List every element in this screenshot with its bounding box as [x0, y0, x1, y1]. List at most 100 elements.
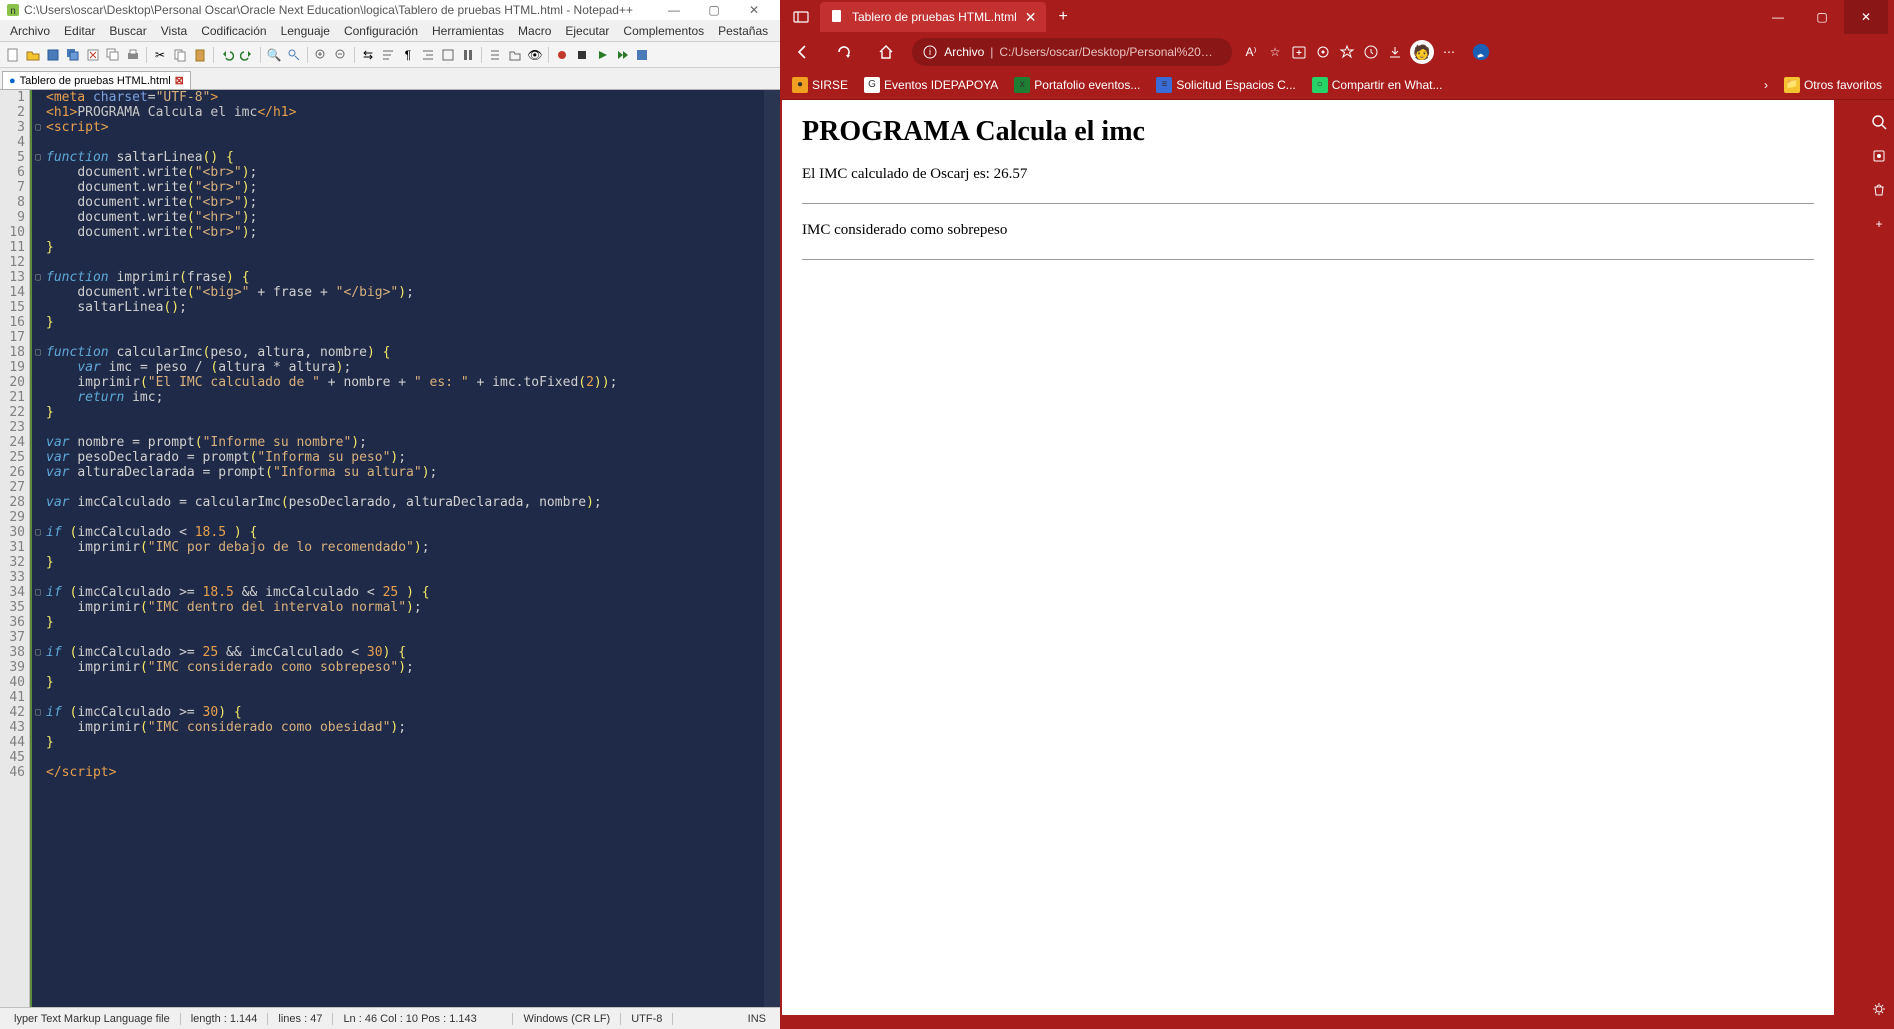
code-area[interactable]: <meta charset="UTF-8"><h1>PROGRAMA Calcu… — [44, 90, 764, 1007]
other-favorites[interactable]: 📁Otros favoritos — [1778, 75, 1888, 95]
shopping-icon[interactable] — [1869, 180, 1889, 200]
menu-vista[interactable]: Vista — [155, 22, 193, 40]
svg-text:n: n — [10, 6, 16, 17]
save-all-icon[interactable] — [64, 46, 82, 64]
file-tab-label: Tablero de pruebas HTML.html — [20, 75, 171, 87]
menu-configuración[interactable]: Configuración — [338, 22, 424, 40]
menu-pestañas[interactable]: Pestañas — [712, 22, 774, 40]
stop-icon[interactable] — [573, 46, 591, 64]
undo-icon[interactable] — [218, 46, 236, 64]
bookmark-item[interactable]: ●SIRSE — [786, 75, 854, 95]
tab-close-icon[interactable]: ✕ — [1025, 9, 1037, 26]
record-icon[interactable] — [553, 46, 571, 64]
settings-icon[interactable] — [1869, 999, 1889, 1019]
replace-icon[interactable] — [285, 46, 303, 64]
code-editor[interactable]: 1234567891011121314151617181920212223242… — [0, 90, 780, 1007]
show-chars-icon[interactable]: ¶ — [399, 46, 417, 64]
print-icon[interactable] — [124, 46, 142, 64]
history-icon[interactable] — [1362, 43, 1380, 61]
close-button[interactable]: ✕ — [1844, 0, 1888, 34]
address-bar[interactable]: i Archivo | C:/Users/oscar/Desktop/Perso… — [912, 38, 1232, 66]
save-macro-icon[interactable] — [633, 46, 651, 64]
new-file-icon[interactable] — [4, 46, 22, 64]
refresh-button[interactable] — [828, 36, 860, 68]
info-icon[interactable]: i — [922, 43, 938, 61]
maximize-button[interactable]: ▢ — [1800, 0, 1844, 34]
home-button[interactable] — [870, 36, 902, 68]
search-icon[interactable] — [1869, 112, 1889, 132]
monitor-icon[interactable]: 👁 — [526, 46, 544, 64]
play-icon[interactable] — [593, 46, 611, 64]
minimize-button[interactable]: — — [654, 3, 694, 17]
save-icon[interactable] — [44, 46, 62, 64]
tab-actions-button[interactable] — [786, 3, 816, 31]
cut-icon[interactable]: ✂ — [151, 46, 169, 64]
status-lines: lines : 47 — [268, 1013, 333, 1025]
wrap-icon[interactable] — [379, 46, 397, 64]
star-icon[interactable]: ☆ — [1266, 43, 1284, 61]
bookmark-item[interactable]: ○Compartir en What... — [1306, 75, 1449, 95]
vertical-scrollbar[interactable] — [764, 90, 780, 1007]
open-file-icon[interactable] — [24, 46, 42, 64]
sync-icon[interactable]: ⇆ — [359, 46, 377, 64]
zoom-out-icon[interactable] — [332, 46, 350, 64]
func-list-icon[interactable] — [486, 46, 504, 64]
close-icon[interactable] — [84, 46, 102, 64]
edge-window: Tablero de pruebas HTML.html ✕ + — ▢ ✕ i… — [780, 0, 1894, 1029]
extensions-icon[interactable] — [1314, 43, 1332, 61]
collections-icon[interactable] — [1290, 43, 1308, 61]
npp-titlebar[interactable]: n C:\Users\oscar\Desktop\Personal Oscar\… — [0, 0, 780, 20]
downloads-icon[interactable] — [1386, 43, 1404, 61]
edge-tabstrip: Tablero de pruebas HTML.html ✕ + — ▢ ✕ — [780, 0, 1894, 34]
menu-ejecutar[interactable]: Ejecutar — [559, 22, 615, 40]
bookmark-icon: G — [864, 77, 880, 93]
bookmark-item[interactable]: G Eventos IDEPAPOYA — [858, 75, 1004, 95]
menu-lenguaje[interactable]: Lenguaje — [275, 22, 336, 40]
menu-complementos[interactable]: Complementos — [617, 22, 710, 40]
read-aloud-icon[interactable]: A⁾ — [1242, 43, 1260, 61]
indent-icon[interactable] — [419, 46, 437, 64]
status-pos: Ln : 46 Col : 10 Pos : 1.143 — [333, 1013, 513, 1025]
line-gutter: 1234567891011121314151617181920212223242… — [0, 90, 30, 1007]
other-fav-label: Otros favoritos — [1804, 78, 1882, 92]
fold-column[interactable]: ▢▢▢▢▢▢▢▢ — [30, 90, 44, 1007]
lang-icon[interactable] — [439, 46, 457, 64]
bookmark-overflow[interactable]: › — [1758, 76, 1774, 94]
copy-icon[interactable] — [171, 46, 189, 64]
tab-close-icon[interactable]: ⊠ — [175, 74, 184, 87]
bookmarks-bar: ●SIRSE G Eventos IDEPAPOYA xPortafolio even… — [780, 70, 1894, 100]
browser-tab[interactable]: Tablero de pruebas HTML.html ✕ — [820, 2, 1046, 32]
bing-icon[interactable] — [1472, 43, 1490, 61]
maximize-button[interactable]: ▢ — [694, 3, 734, 17]
tools-icon[interactable] — [1869, 146, 1889, 166]
result-line-2: IMC considerado como sobrepeso — [802, 222, 1814, 239]
file-tab[interactable]: ● Tablero de pruebas HTML.html ⊠ — [2, 71, 191, 89]
zoom-in-icon[interactable] — [312, 46, 330, 64]
redo-icon[interactable] — [238, 46, 256, 64]
doc-map-icon[interactable] — [459, 46, 477, 64]
close-all-icon[interactable] — [104, 46, 122, 64]
bookmark-label: Eventos IDEPAPOYA — [884, 78, 998, 92]
minimize-button[interactable]: — — [1756, 0, 1800, 34]
menu-icon[interactable]: ⋯ — [1440, 43, 1458, 61]
profile-avatar[interactable]: 🧑 — [1410, 40, 1434, 64]
paste-icon[interactable] — [191, 46, 209, 64]
menu-codificación[interactable]: Codificación — [195, 22, 272, 40]
folder-icon[interactable] — [506, 46, 524, 64]
find-icon[interactable]: 🔍 — [265, 46, 283, 64]
bookmark-item[interactable]: ≡Solicitud Espacios C... — [1150, 75, 1301, 95]
close-button[interactable]: ✕ — [734, 3, 774, 17]
add-icon[interactable]: + — [1869, 214, 1889, 234]
back-button[interactable] — [786, 36, 818, 68]
favorites-icon[interactable] — [1338, 43, 1356, 61]
bookmark-label: SIRSE — [812, 78, 848, 92]
play-multi-icon[interactable] — [613, 46, 631, 64]
menu-herramientas[interactable]: Herramientas — [426, 22, 510, 40]
new-tab-button[interactable]: + — [1050, 8, 1075, 26]
status-eol: Windows (CR LF) — [513, 1013, 621, 1025]
bookmark-item[interactable]: xPortafolio eventos... — [1008, 75, 1146, 95]
menu-editar[interactable]: Editar — [58, 22, 101, 40]
menu-archivo[interactable]: Archivo — [4, 22, 56, 40]
menu-macro[interactable]: Macro — [512, 22, 557, 40]
menu-buscar[interactable]: Buscar — [103, 22, 152, 40]
